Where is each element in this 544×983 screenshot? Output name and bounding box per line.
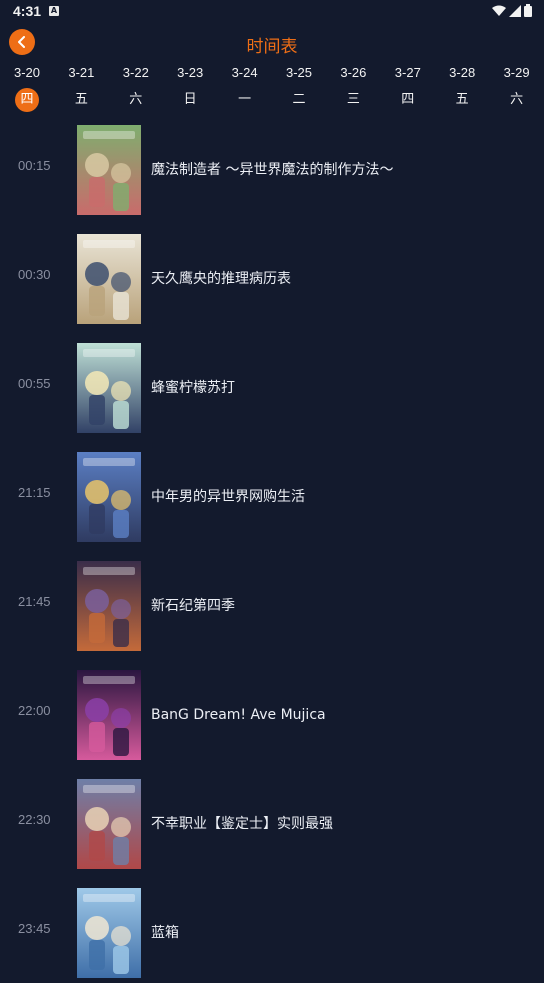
date-tab[interactable]: 3-29 六 (492, 62, 542, 112)
date-strip: 3-20 四 3-21 五 3-22 六 3-23 日 3-24 一 3-25 二 3-26 三 3-27 四… (0, 62, 544, 114)
date-label: 3-20 (13, 65, 41, 80)
date-label: 3-26 (340, 65, 367, 80)
weekday-label: 一 (238, 92, 252, 107)
weekday-label: 四 (401, 92, 415, 107)
anime-title: BanG Dream! Ave Mujica (151, 707, 326, 723)
weekday-label: 四 (15, 88, 39, 112)
cover-image[interactable] (77, 561, 141, 651)
anime-title: 蜂蜜柠檬苏打 (151, 380, 235, 396)
date-tab[interactable]: 3-20 四 (2, 62, 52, 112)
schedule-row[interactable]: 22:00 BanG Dream! Ave Mujica (0, 665, 544, 765)
cover-image[interactable] (77, 452, 141, 542)
air-time: 00:30 (18, 267, 51, 282)
date-tab[interactable]: 3-21 五 (56, 62, 106, 112)
date-label: 3-29 (503, 65, 530, 80)
date-label: 3-23 (177, 65, 204, 80)
header: 时间表 (0, 26, 544, 60)
date-tab[interactable]: 3-25 二 (274, 62, 324, 112)
air-time: 00:15 (18, 158, 51, 173)
cover-image[interactable] (77, 779, 141, 869)
weekday-label: 五 (455, 92, 469, 107)
date-tab[interactable]: 3-24 一 (220, 62, 270, 112)
schedule-row[interactable]: 21:15 中年男的异世界网购生活 (0, 447, 544, 547)
air-time: 23:45 (18, 921, 51, 936)
date-label: 3-27 (394, 65, 421, 80)
date-label: 3-24 (231, 65, 258, 80)
air-time: 21:45 (18, 594, 51, 609)
date-tab[interactable]: 3-22 六 (111, 62, 161, 112)
anime-title: 魔法制造者 ～异世界魔法的制作方法～ (151, 162, 394, 178)
wifi-icon (492, 5, 506, 16)
status-time: 4:31 (13, 3, 42, 19)
air-time: 00:55 (18, 376, 51, 391)
weekday-label: 六 (510, 92, 524, 107)
status-bar: 4:31 A (0, 0, 544, 24)
cover-image[interactable] (77, 888, 141, 978)
date-label: 3-28 (449, 65, 476, 80)
notification-icon: A (49, 6, 59, 16)
date-label: 3-21 (68, 65, 95, 80)
weekday-label: 五 (74, 92, 88, 107)
schedule-row[interactable]: 22:30 不幸职业【鉴定士】实则最强 (0, 774, 544, 874)
anime-title: 不幸职业【鉴定士】实则最强 (151, 816, 333, 832)
signal-icon (509, 4, 521, 17)
date-label: 3-22 (122, 65, 149, 80)
weekday-label: 六 (129, 92, 143, 107)
air-time: 22:30 (18, 812, 51, 827)
cover-image[interactable] (77, 670, 141, 760)
weekday-label: 日 (183, 92, 197, 107)
anime-title: 新石纪第四季 (151, 598, 235, 614)
cover-image[interactable] (77, 125, 141, 215)
air-time: 22:00 (18, 703, 51, 718)
anime-title: 蓝箱 (151, 925, 179, 941)
weekday-label: 二 (292, 92, 306, 107)
cover-image[interactable] (77, 343, 141, 433)
air-time: 21:15 (18, 485, 51, 500)
page-title: 时间表 (246, 37, 298, 57)
schedule-row[interactable]: 00:15 魔法制造者 ～异世界魔法的制作方法～ (0, 120, 544, 220)
schedule-row[interactable]: 00:30 天久鹰央的推理病历表 (0, 229, 544, 329)
weekday-label: 三 (346, 92, 360, 107)
schedule-row[interactable]: 21:45 新石纪第四季 (0, 556, 544, 656)
date-tab[interactable]: 3-23 日 (165, 62, 215, 112)
cover-image[interactable] (77, 234, 141, 324)
battery-icon (524, 4, 532, 17)
date-tab[interactable]: 3-26 三 (328, 62, 378, 112)
anime-title: 天久鹰央的推理病历表 (151, 271, 291, 287)
schedule-row[interactable]: 23:45 蓝箱 (0, 883, 544, 983)
status-icons (492, 4, 532, 17)
date-label: 3-25 (285, 65, 313, 80)
schedule-row[interactable]: 00:55 蜂蜜柠檬苏打 (0, 338, 544, 438)
anime-title: 中年男的异世界网购生活 (151, 489, 305, 505)
date-tab[interactable]: 3-27 四 (383, 62, 433, 112)
date-tab[interactable]: 3-28 五 (437, 62, 487, 112)
